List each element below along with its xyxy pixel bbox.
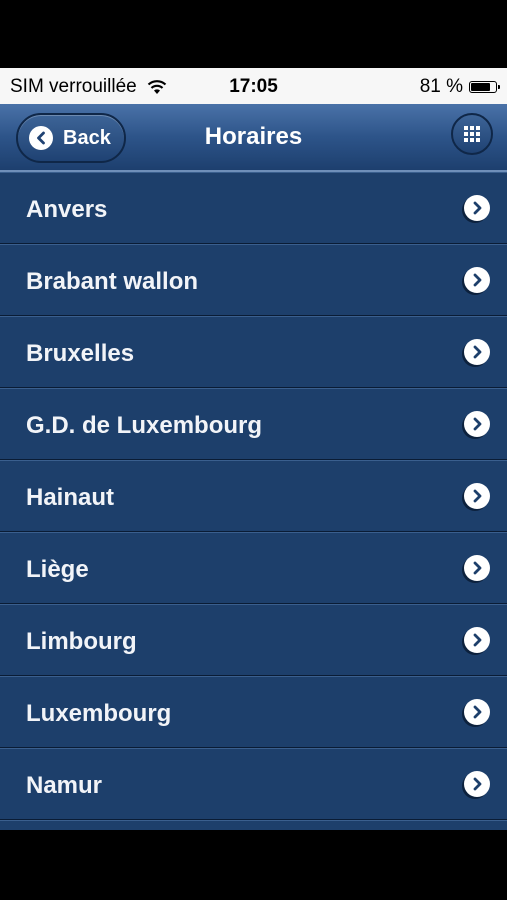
status-bar: SIM verrouillée 17:05 81 %	[0, 68, 507, 104]
list-item-liege[interactable]: Liège	[0, 532, 507, 604]
list-item-label: Namur	[26, 772, 103, 799]
battery-percentage: 81 %	[419, 76, 463, 97]
list-item-limbourg[interactable]: Limbourg	[0, 604, 507, 676]
screen-top-bezel	[0, 0, 507, 68]
status-right: 81 %	[419, 76, 500, 98]
list-item-anvers[interactable]: Anvers	[0, 172, 507, 244]
list-item-luxembourg[interactable]: Luxembourg	[0, 676, 507, 748]
list-item-label: Liège	[26, 556, 89, 583]
list-item-label: Anvers	[26, 196, 108, 223]
menu-grid-button[interactable]	[451, 113, 493, 155]
chevron-right-icon	[464, 195, 490, 221]
list-item-bruxelles[interactable]: Bruxelles	[0, 316, 507, 388]
list-item-label: Bruxelles	[26, 340, 135, 367]
list-item-gd-de-luxembourg[interactable]: G.D. de Luxembourg	[0, 388, 507, 460]
chevron-right-icon	[464, 267, 490, 293]
region-list: Anvers Brabant wallon Bruxelles G.D. de …	[0, 172, 507, 830]
grid-icon	[464, 126, 480, 142]
list-item-partial[interactable]	[0, 820, 507, 830]
list-item-label: Hainaut	[26, 484, 115, 511]
screen-bottom-bezel	[0, 830, 507, 900]
list-item-hainaut[interactable]: Hainaut	[0, 460, 507, 532]
chevron-right-icon	[464, 339, 490, 365]
page-title: Horaires	[204, 123, 303, 150]
list-item-label: Brabant wallon	[26, 268, 199, 295]
list-item-label: Luxembourg	[26, 700, 172, 727]
chevron-right-icon	[464, 699, 490, 725]
list-item-label: Limbourg	[26, 628, 137, 655]
battery-icon	[469, 81, 500, 93]
chevron-right-icon	[464, 627, 490, 653]
chevron-right-icon	[464, 483, 490, 509]
list-item-namur[interactable]: Namur	[0, 748, 507, 820]
list-item-label: G.D. de Luxembourg	[26, 412, 263, 439]
battery-level	[471, 83, 491, 91]
chevron-right-icon	[464, 771, 490, 797]
chevron-right-icon	[464, 411, 490, 437]
chevron-right-icon	[464, 555, 490, 581]
navigation-bar: Back Horaires	[0, 104, 507, 172]
list-item-brabant-wallon[interactable]: Brabant wallon	[0, 244, 507, 316]
